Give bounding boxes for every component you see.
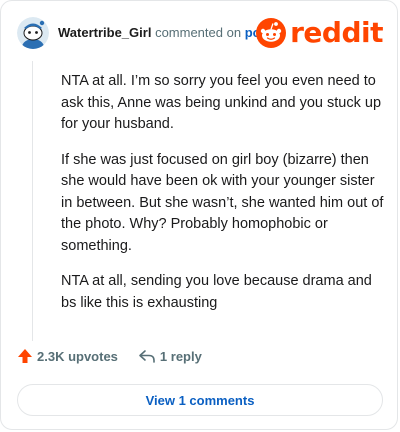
comment-body: NTA at all. I’m so sorry you feel you ev…: [61, 71, 387, 328]
reply-count: 1 reply: [159, 348, 202, 364]
comment-header: Watertribe_Girl commented on post: [58, 25, 272, 41]
upvote-arrow-icon: [18, 349, 32, 363]
user-avatar[interactable]: [17, 17, 49, 49]
reply-arrow-icon: [139, 350, 155, 363]
upvote-button[interactable]: 2.3K upvotes: [17, 348, 118, 364]
view-comments-button[interactable]: View 1 comments: [17, 384, 383, 416]
view-comments-label: View 1 comments: [145, 392, 255, 408]
comment-actions: 2.3K upvotes 1 reply: [17, 348, 202, 364]
thread-line: [32, 61, 33, 341]
reply-button[interactable]: 1 reply: [138, 348, 202, 364]
upvote-count: 2.3K upvotes: [37, 348, 118, 364]
reddit-logo[interactable]: reddit: [256, 17, 383, 49]
comment-card: Watertribe_Girl commented on post reddit…: [0, 0, 398, 430]
comment-paragraph: NTA at all. I’m so sorry you feel you ev…: [61, 73, 382, 132]
commented-on-text: commented on: [155, 25, 242, 40]
reddit-snoo-icon: [256, 18, 287, 48]
comment-paragraph: NTA at all, sending you love because dra…: [61, 273, 372, 311]
comment-paragraph: If she was just focused on girl boy (biz…: [61, 151, 384, 254]
reddit-wordmark: reddit: [290, 16, 383, 49]
snoo-avatar-icon: [17, 17, 49, 49]
username-link[interactable]: Watertribe_Girl: [58, 25, 151, 40]
